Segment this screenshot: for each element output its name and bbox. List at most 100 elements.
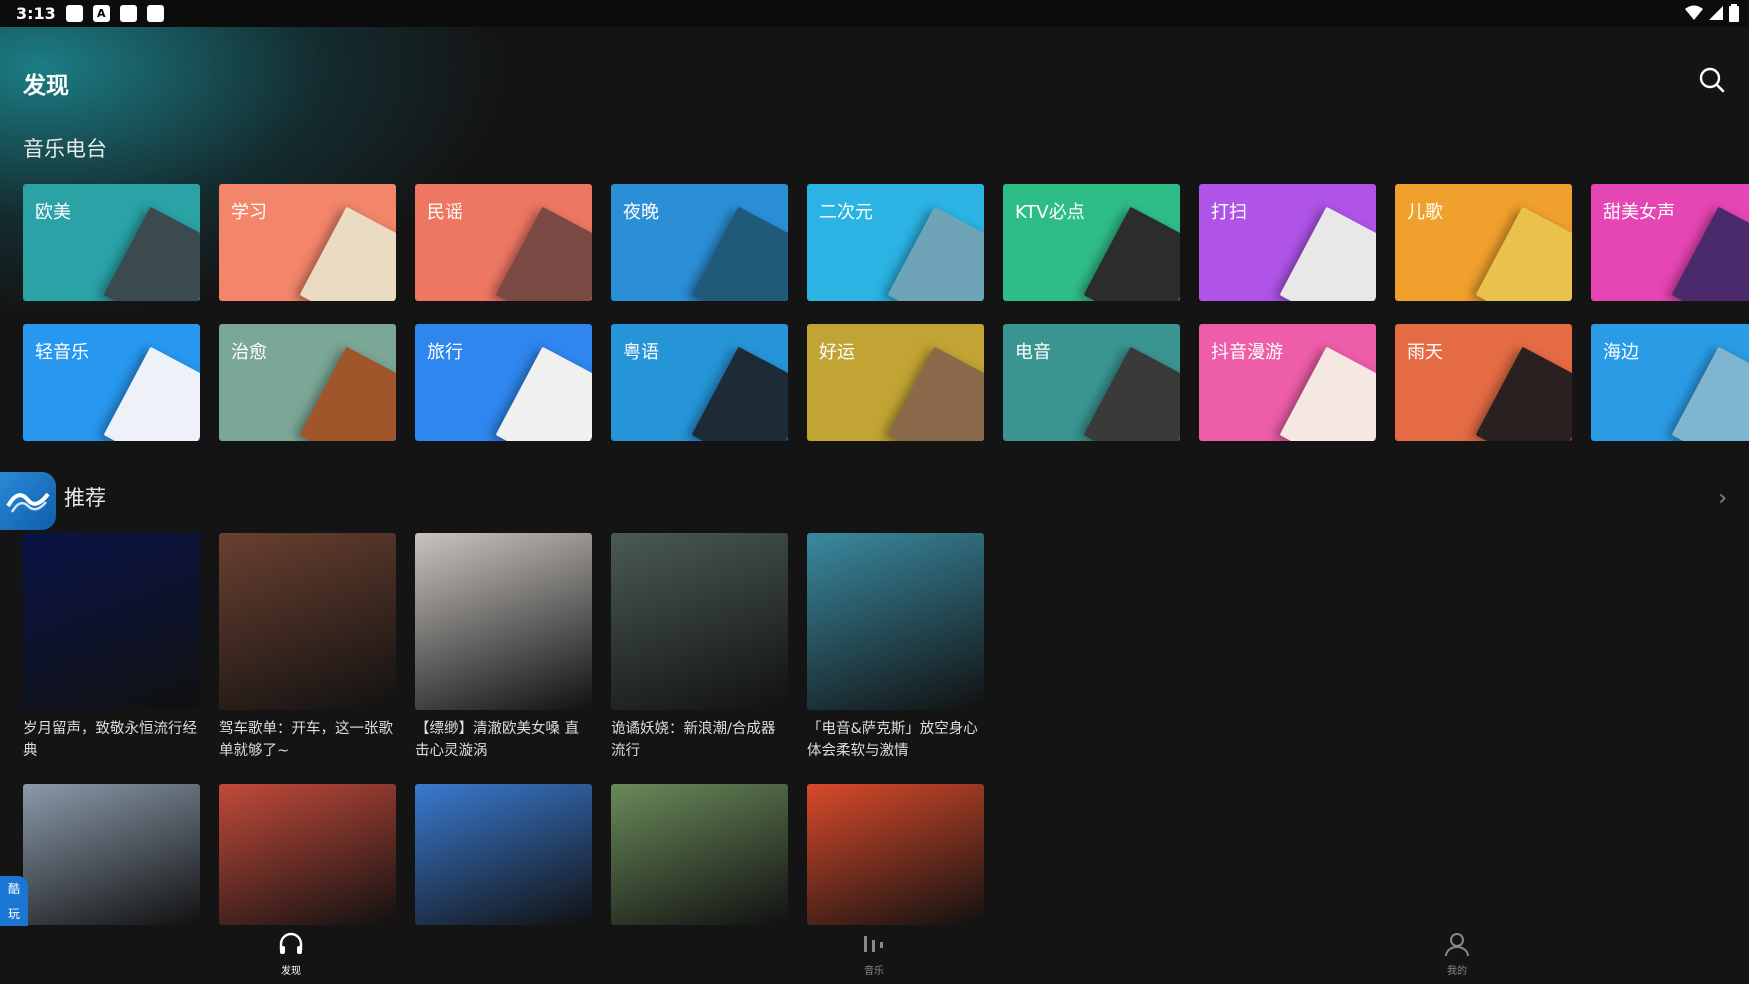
a-notification-icon: A bbox=[92, 5, 110, 22]
playlist-title: 「电音&萨克斯」放空身心 体会柔软与激情 bbox=[807, 721, 978, 759]
radio-card-label: 轻音乐 bbox=[35, 342, 89, 363]
radio-card[interactable]: 打扫 bbox=[1199, 184, 1376, 301]
playlist-cover-image bbox=[23, 533, 200, 710]
nav-item[interactable]: 音乐 bbox=[834, 932, 914, 977]
headphones-icon bbox=[251, 932, 331, 960]
playlist-card[interactable] bbox=[807, 784, 984, 925]
header: 发现 bbox=[0, 27, 1749, 131]
radio-cover-image bbox=[103, 206, 200, 301]
radio-card[interactable]: 民谣 bbox=[415, 184, 592, 301]
playlist-cover-image bbox=[219, 784, 396, 925]
playlist-cover-image bbox=[611, 533, 788, 710]
radio-cover-image bbox=[887, 346, 984, 441]
radio-card[interactable]: 轻音乐 bbox=[23, 324, 200, 441]
radio-card[interactable]: 欧美 bbox=[23, 184, 200, 301]
playlist-cover-image bbox=[807, 784, 984, 925]
radio-card[interactable]: 旅行 bbox=[415, 324, 592, 441]
radio-card[interactable]: 电音 bbox=[1003, 324, 1180, 441]
radio-card-label: 学习 bbox=[231, 202, 267, 223]
user-icon bbox=[1417, 932, 1497, 960]
playlist-title: 诡谲妖娆：新浪潮/合成器流行 bbox=[611, 721, 776, 759]
notification-icon bbox=[65, 5, 83, 22]
radio-cover-image bbox=[1671, 346, 1749, 441]
nav-item[interactable]: 发现 bbox=[251, 932, 331, 977]
radio-cover-image bbox=[495, 206, 592, 301]
wave-logo-icon bbox=[6, 492, 50, 513]
radio-cover-image bbox=[1475, 346, 1572, 441]
chevron-right-icon[interactable]: › bbox=[1718, 486, 1727, 511]
battery-icon bbox=[1729, 4, 1739, 22]
notification-icon bbox=[119, 5, 137, 22]
radio-card[interactable]: 儿歌 bbox=[1395, 184, 1572, 301]
radio-card[interactable]: 抖音漫游 bbox=[1199, 324, 1376, 441]
playlist-card[interactable]: 驾车歌单：开车，这一张歌单就够了~ bbox=[219, 533, 396, 762]
playlist-card[interactable] bbox=[415, 784, 592, 925]
status-time: 3:13 bbox=[16, 4, 56, 23]
radio-card[interactable]: 好运 bbox=[807, 324, 984, 441]
playlist-title: 【缥缈】清澈欧美女嗓 直击心灵漩涡 bbox=[415, 721, 580, 759]
radio-card[interactable]: 粤语 bbox=[611, 324, 788, 441]
side-tab-char: 玩 bbox=[7, 907, 20, 921]
signal-icon bbox=[1709, 6, 1723, 20]
status-indicators bbox=[1685, 4, 1739, 22]
nav-label: 音乐 bbox=[864, 966, 884, 977]
playlist-cover-image bbox=[219, 533, 396, 710]
radio-card-label: KTV必点 bbox=[1015, 202, 1085, 223]
playlist-cover-image bbox=[415, 533, 592, 710]
playlist-title: 驾车歌单：开车，这一张歌单就够了~ bbox=[219, 721, 393, 759]
search-icon bbox=[1699, 67, 1725, 93]
radio-card-label: 雨天 bbox=[1407, 342, 1443, 363]
radio-card[interactable]: 雨天 bbox=[1395, 324, 1572, 441]
radio-card[interactable]: 学习 bbox=[219, 184, 396, 301]
radio-card[interactable]: 海边 bbox=[1591, 324, 1749, 441]
radio-cover-image bbox=[1083, 346, 1180, 441]
nav-label: 我的 bbox=[1447, 966, 1467, 977]
radio-card-label: 抖音漫游 bbox=[1211, 342, 1283, 363]
radio-card-label: 甜美女声 bbox=[1603, 202, 1675, 223]
radio-cover-image bbox=[1279, 206, 1376, 301]
radio-card-label: 治愈 bbox=[231, 342, 267, 363]
radio-card-label: 夜晚 bbox=[623, 202, 659, 223]
page-title: 发现 bbox=[23, 73, 69, 99]
radio-card-label: 海边 bbox=[1603, 342, 1639, 363]
search-button[interactable] bbox=[1697, 65, 1727, 95]
radio-card-label: 民谣 bbox=[427, 202, 463, 223]
playlist-card[interactable]: 岁月留声，致敬永恒流行经典 bbox=[23, 533, 200, 762]
radio-card-label: 打扫 bbox=[1211, 202, 1247, 223]
radio-cover-image bbox=[1671, 206, 1749, 301]
radio-cover-image bbox=[691, 206, 788, 301]
radio-cover-image bbox=[103, 346, 200, 441]
radio-card-label: 儿歌 bbox=[1407, 202, 1443, 223]
radio-card-label: 欧美 bbox=[35, 202, 71, 223]
radio-cover-image bbox=[1083, 206, 1180, 301]
radio-cover-image bbox=[495, 346, 592, 441]
floating-app-logo[interactable] bbox=[0, 472, 56, 530]
radio-card-label: 好运 bbox=[819, 342, 855, 363]
playlist-card[interactable]: 【缥缈】清澈欧美女嗓 直击心灵漩涡 bbox=[415, 533, 592, 762]
radio-cover-image bbox=[299, 206, 396, 301]
notification-icon bbox=[146, 5, 164, 22]
radio-card-label: 旅行 bbox=[427, 342, 463, 363]
radio-cover-image bbox=[1279, 346, 1376, 441]
side-tab-char: 酷 bbox=[7, 882, 20, 896]
playlist-card[interactable] bbox=[219, 784, 396, 925]
radio-cover-image bbox=[887, 206, 984, 301]
radio-card[interactable]: KTV必点 bbox=[1003, 184, 1180, 301]
playlist-card[interactable]: 诡谲妖娆：新浪潮/合成器流行 bbox=[611, 533, 788, 762]
radio-card[interactable]: 治愈 bbox=[219, 324, 396, 441]
playlist-cover-image bbox=[611, 784, 788, 925]
nav-label: 发现 bbox=[281, 966, 301, 977]
nav-item[interactable]: 我的 bbox=[1417, 932, 1497, 977]
radio-card-label: 粤语 bbox=[623, 342, 659, 363]
playlist-title: 岁月留声，致敬永恒流行经典 bbox=[23, 721, 197, 759]
status-bar: 3:13 A bbox=[0, 0, 1749, 27]
playlist-cover-image bbox=[23, 784, 200, 925]
radio-card[interactable]: 甜美女声 bbox=[1591, 184, 1749, 301]
playlist-card[interactable] bbox=[611, 784, 788, 925]
radio-card[interactable]: 二次元 bbox=[807, 184, 984, 301]
radio-card[interactable]: 夜晚 bbox=[611, 184, 788, 301]
radio-card-label: 电音 bbox=[1015, 342, 1051, 363]
playlist-card[interactable] bbox=[23, 784, 200, 925]
playlist-card[interactable]: 「电音&萨克斯」放空身心 体会柔软与激情 bbox=[807, 533, 984, 762]
radio-cover-image bbox=[1475, 206, 1572, 301]
